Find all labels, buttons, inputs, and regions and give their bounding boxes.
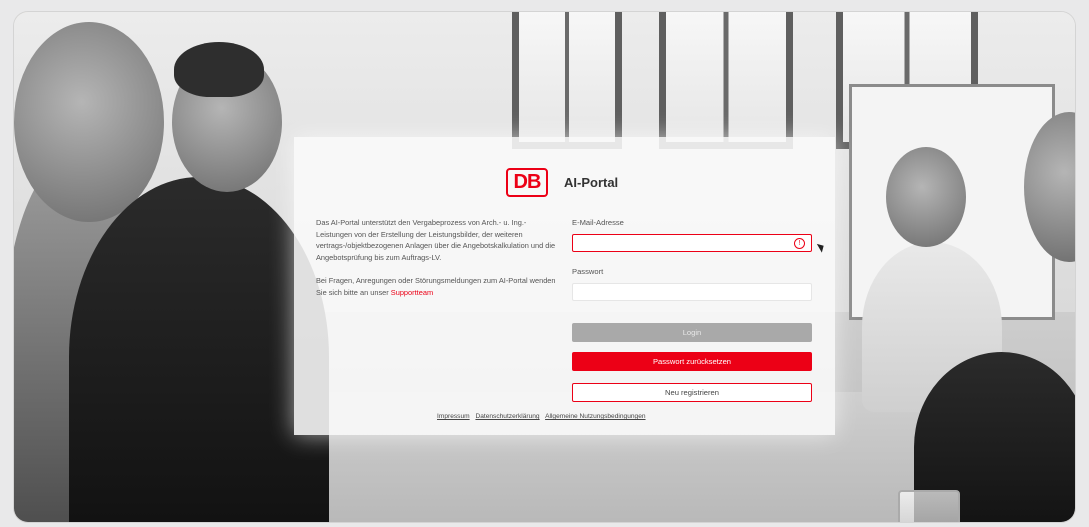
background-person-man-hair <box>174 42 264 97</box>
email-label: E-Mail-Adresse <box>572 218 624 227</box>
footer-link-datenschutz[interactable]: Datenschutzerklärung <box>475 413 539 420</box>
background-person-left-head <box>14 22 164 222</box>
intro-paragraph-2: Bei Fragen, Anregungen oder Störungsmeld… <box>316 275 562 298</box>
background-window-2 <box>659 12 793 149</box>
background-window-1 <box>512 12 622 149</box>
background-glass <box>898 490 960 522</box>
error-icon: ! <box>794 238 805 249</box>
intro-paragraph-1: Das AI-Portal unterstützt den Vergabepro… <box>316 218 556 262</box>
password-field[interactable] <box>572 283 812 301</box>
intro-text: Das AI-Portal unterstützt den Vergabepro… <box>316 217 562 311</box>
reset-password-button[interactable]: Passwort zurücksetzen <box>572 352 812 371</box>
footer-link-impressum[interactable]: Impressum <box>437 413 470 420</box>
register-button[interactable]: Neu registrieren <box>572 383 812 402</box>
email-field[interactable]: ! <box>572 234 812 252</box>
intro-paragraph-2-text: Bei Fragen, Anregungen oder Störungsmeld… <box>316 276 556 297</box>
login-panel: DB AI-Portal Das AI-Portal unterstützt d… <box>294 137 835 435</box>
db-logo: DB <box>506 167 548 197</box>
page-title: AI-Portal <box>564 174 619 190</box>
login-button[interactable]: Login <box>572 323 812 342</box>
background-person-man-suit <box>69 177 329 522</box>
header: DB AI-Portal <box>506 164 618 200</box>
background-person-woman-head <box>886 147 966 247</box>
footer-link-nutzungsbedingungen[interactable]: Allgemeine Nutzungsbedingungen <box>545 413 645 420</box>
support-link[interactable]: Supportteam <box>391 288 433 297</box>
password-label: Passwort <box>572 267 604 276</box>
browser-viewport: DB AI-Portal Das AI-Portal unterstützt d… <box>14 12 1075 522</box>
footer-links: Impressum Datenschutzerklärung Allgemein… <box>437 413 650 420</box>
